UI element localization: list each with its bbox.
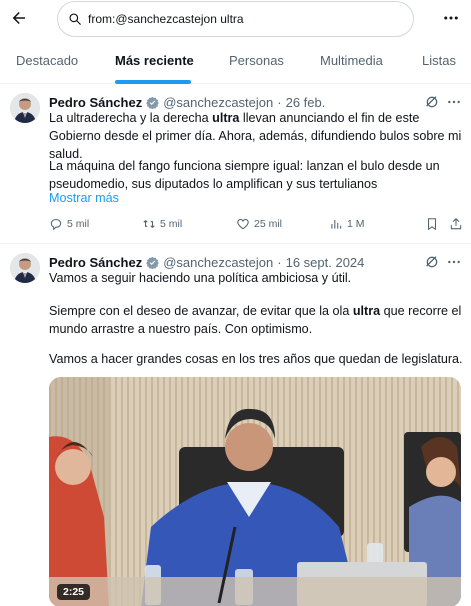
tweet-date[interactable]: 16 sept. 2024: [286, 255, 365, 270]
show-more-link[interactable]: Mostrar más: [49, 191, 119, 205]
video-player[interactable]: 2:25: [49, 377, 461, 606]
tweet-text-paragraph: Vamos a hacer grandes cosas en los tres …: [49, 352, 463, 366]
tweet[interactable]: Pedro Sánchez @sanchezcastejon · 16 sept…: [0, 245, 471, 606]
author-handle[interactable]: @sanchezcastejon: [163, 255, 273, 270]
more-options-icon[interactable]: [441, 9, 461, 27]
more-options-icon[interactable]: [446, 94, 462, 110]
tab-personas[interactable]: Personas: [229, 38, 284, 84]
tweet-date[interactable]: 26 feb.: [286, 95, 326, 110]
avatar[interactable]: [10, 253, 40, 283]
repost-count: 5 mil: [160, 218, 183, 230]
share-icon[interactable]: [449, 217, 463, 231]
author-name[interactable]: Pedro Sánchez: [49, 255, 142, 270]
repost-button[interactable]: 5 mil: [142, 217, 182, 231]
tweet-text-paragraph: La ultraderecha y la derecha ultra lleva…: [49, 111, 465, 161]
video-thumbnail: [49, 377, 461, 606]
more-options-icon[interactable]: [446, 254, 462, 270]
separator-dot: ·: [277, 94, 282, 110]
verified-badge-icon: [146, 256, 159, 269]
search-tabs: Destacado Más reciente Personas Multimed…: [0, 38, 471, 84]
tab-multimedia[interactable]: Multimedia: [320, 38, 383, 84]
view-count: 1 M: [347, 218, 365, 230]
reply-icon: [50, 219, 62, 231]
author-name[interactable]: Pedro Sánchez: [49, 95, 142, 110]
tab-listas[interactable]: Listas: [422, 38, 456, 84]
active-tab-indicator: [115, 80, 191, 84]
author-handle[interactable]: @sanchezcastejon: [163, 95, 273, 110]
tweet-text-paragraph: La máquina del fango funciona siempre ig…: [49, 159, 444, 191]
search-icon: [69, 13, 81, 25]
tweet[interactable]: Pedro Sánchez @sanchezcastejon · 26 feb.…: [0, 85, 471, 244]
grok-icon[interactable]: [424, 254, 440, 270]
tweet-text-paragraph: Siempre con el deseo de avanzar, de evit…: [49, 304, 465, 336]
search-input[interactable]: [88, 12, 388, 26]
search-box[interactable]: [57, 1, 414, 37]
bookmark-icon[interactable]: [425, 217, 439, 231]
like-button[interactable]: 25 mil: [236, 217, 282, 231]
tweet-actions: 5 mil 5 mil 25 mil 1 M: [49, 217, 464, 235]
avatar[interactable]: [10, 93, 40, 123]
heart-icon: [237, 219, 249, 230]
video-duration-badge: 2:25: [57, 584, 91, 600]
like-count: 25 mil: [254, 218, 283, 230]
reply-button[interactable]: 5 mil: [49, 217, 89, 231]
tweet-text-paragraph: Vamos a seguir haciendo una política amb…: [49, 271, 352, 285]
back-arrow-icon[interactable]: [10, 9, 28, 27]
views-chart-icon: [331, 219, 342, 229]
separator-dot: ·: [277, 254, 282, 270]
grok-icon[interactable]: [424, 94, 440, 110]
top-bar: [0, 0, 471, 38]
repost-icon: [143, 220, 155, 228]
verified-badge-icon: [146, 96, 159, 109]
tab-destacado[interactable]: Destacado: [16, 38, 78, 84]
views-button[interactable]: 1 M: [329, 217, 365, 231]
tab-mas-reciente[interactable]: Más reciente: [115, 38, 194, 84]
reply-count: 5 mil: [67, 218, 90, 230]
